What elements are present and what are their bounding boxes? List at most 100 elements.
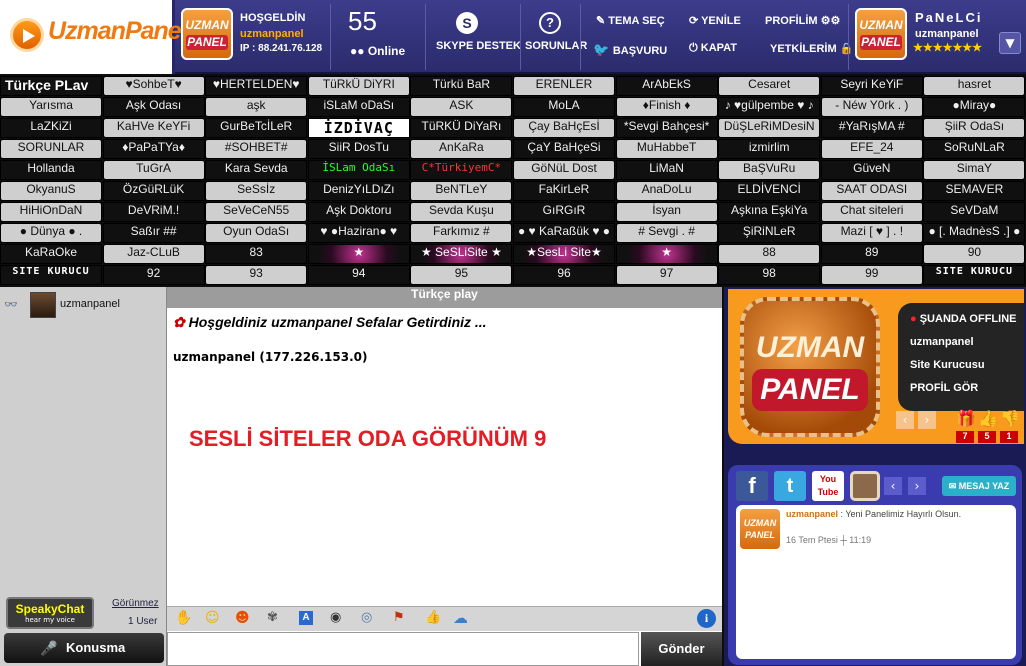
profile-menu-item-user[interactable]: uzmanpanel (910, 331, 1024, 354)
room-button[interactable]: ♦PaPaTYa♦ (102, 139, 205, 159)
room-button[interactable]: ♪ ♥gülpembe ♥ ♪ (718, 97, 821, 117)
room-button[interactable]: KaRaOke (0, 244, 102, 264)
room-button[interactable]: ●Miray● (923, 97, 1026, 117)
eye-icon[interactable]: ◎ (361, 610, 372, 625)
like-icon[interactable]: 👍 (978, 409, 998, 428)
room-button[interactable]: LaZKiZi (0, 118, 102, 138)
room-button[interactable]: ♥SohbeT♥ (102, 76, 205, 96)
room-button[interactable]: SORUNLAR (0, 139, 102, 159)
chevron-down-icon[interactable]: ▼ (999, 32, 1021, 54)
room-button[interactable]: EFE_24 (820, 139, 923, 159)
room-button[interactable]: LiMaN (615, 160, 718, 180)
apply-button[interactable]: 🐦 BAŞVURU (593, 42, 667, 58)
talk-button[interactable]: 🎤 Konusma (4, 633, 164, 663)
room-button[interactable]: SoRuNLaR (923, 139, 1026, 159)
room-button[interactable]: SEMAVER (923, 181, 1026, 201)
room-button[interactable]: iSLaM oDaSı (307, 97, 410, 117)
room-button[interactable]: İSLam OdaSı (307, 160, 410, 180)
room-button[interactable]: 95 (410, 265, 513, 285)
info-icon[interactable]: i (697, 609, 716, 628)
permissions-button[interactable]: YETKİLERİM 🔒 (770, 42, 853, 55)
room-button[interactable]: #YaRışMA # (820, 118, 923, 138)
room-button[interactable]: SeVeCeN55 (205, 202, 308, 222)
room-button[interactable]: 97 (615, 265, 718, 285)
room-button[interactable]: ★ SeSLiSite ★ (410, 244, 513, 264)
room-button[interactable]: C*TürkiyemC* (410, 160, 513, 180)
room-button[interactable]: AnKaRa (410, 139, 513, 159)
social-prev-icon[interactable]: ‹ (884, 477, 902, 495)
room-button[interactable]: ● [. MadnèsS .] ● (923, 223, 1026, 243)
room-button[interactable]: 88 (718, 244, 821, 264)
room-button[interactable]: ÇaY BaHçeSi (513, 139, 615, 159)
room-button[interactable]: BeNTLeY (410, 181, 513, 201)
facebook-icon[interactable]: f (736, 471, 768, 501)
skype-support-button[interactable]: S SKYPE DESTEK (436, 6, 521, 52)
room-button[interactable]: Türkçe PLav (0, 76, 102, 96)
room-button[interactable]: KaHVe KeYFi (102, 118, 205, 138)
gift-icon[interactable]: 🎁 (956, 409, 976, 428)
cloud-icon[interactable]: ☁ (453, 609, 468, 627)
user-list-item[interactable]: 👓 uzmanpanel (4, 292, 164, 318)
visibility-link[interactable]: Görünmez (112, 598, 159, 609)
room-button[interactable]: OkyanuS (0, 181, 102, 201)
room-button[interactable]: HiHiOnDaN (0, 202, 102, 222)
room-button[interactable]: Türkü BaR (410, 76, 513, 96)
room-button[interactable]: 99 (820, 265, 923, 285)
room-button[interactable]: Çay BaHçEsİ (513, 118, 615, 138)
room-button[interactable]: TuGrA (102, 160, 205, 180)
room-button[interactable]: Oyun OdaSı (205, 223, 308, 243)
room-button[interactable]: ♥ ●Haziran● ♥ (307, 223, 410, 243)
room-button[interactable]: DenizYıLDıZı (307, 181, 410, 201)
room-button[interactable]: TüRkÜ DiYRI (307, 76, 410, 96)
room-button[interactable]: TüRKÜ DiYaRı (410, 118, 513, 138)
room-button[interactable]: MoLA (513, 97, 615, 117)
room-button[interactable]: SeVDaM (923, 202, 1026, 222)
room-button[interactable]: Hollanda (0, 160, 102, 180)
room-button[interactable]: SimaY (923, 160, 1026, 180)
room-button[interactable]: GöNüL Dost (513, 160, 615, 180)
room-button[interactable]: ♥HERTELDEN♥ (205, 76, 308, 96)
social-next-icon[interactable]: › (908, 477, 926, 495)
wink-icon[interactable]: ☻ (235, 610, 250, 626)
room-button[interactable]: SAAT ODASI (820, 181, 923, 201)
room-button[interactable]: Cesaret (718, 76, 821, 96)
palette-icon[interactable]: ✾ (267, 610, 278, 625)
room-button[interactable]: DeVRiM.! (102, 202, 205, 222)
dislike-icon[interactable]: 👎 (1000, 409, 1020, 428)
room-button[interactable]: BaŞVuRu (718, 160, 821, 180)
room-button[interactable]: Saßır ## (102, 223, 205, 243)
room-button[interactable]: 83 (205, 244, 308, 264)
room-button[interactable]: Aşk Odası (102, 97, 205, 117)
room-button[interactable]: 94 (307, 265, 410, 285)
room-button[interactable]: FaKirLeR (513, 181, 615, 201)
room-button[interactable]: ★ (615, 244, 718, 264)
room-button[interactable]: 92 (102, 265, 205, 285)
room-button[interactable]: ŞiiR OdaSı (923, 118, 1026, 138)
prev-arrow-icon[interactable]: ‹ (896, 411, 914, 429)
room-button[interactable]: Aşk Doktoru (307, 202, 410, 222)
send-button[interactable]: Gönder (641, 632, 722, 666)
room-button[interactable]: #SOHBET# (205, 139, 308, 159)
room-button[interactable]: İZDİVAÇ (307, 118, 410, 138)
message-input[interactable] (167, 632, 639, 666)
twitter-bird-icon[interactable]: t (774, 471, 806, 501)
room-button[interactable]: ERENLER (513, 76, 615, 96)
next-arrow-icon[interactable]: › (918, 411, 936, 429)
room-button[interactable]: Seyri KeYiF (820, 76, 923, 96)
room-button[interactable]: ★SesLi Site★ (513, 244, 615, 264)
room-button[interactable]: # Sevgi . # (615, 223, 718, 243)
room-button[interactable]: SiiR DosTu (307, 139, 410, 159)
room-button[interactable]: SİTE KURUCU (923, 265, 1026, 285)
profile-menu-item-role[interactable]: Site Kurucusu (910, 354, 1024, 377)
close-button[interactable]: ⏻ KAPAT (689, 42, 737, 55)
room-button[interactable]: - Néw Y0rk . ) (820, 97, 923, 117)
room-button[interactable]: Farkımız # (410, 223, 513, 243)
problems-button[interactable]: ? SORUNLAR (525, 6, 587, 52)
room-button[interactable]: ● Dünya ● . (0, 223, 102, 243)
room-button[interactable]: Yarısma (0, 97, 102, 117)
room-button[interactable]: GıRGıR (513, 202, 615, 222)
room-button[interactable]: Jaz-CLuB (102, 244, 205, 264)
site-logo[interactable]: UzmanPanel (0, 0, 188, 74)
thumb-icon[interactable]: 👍 (425, 610, 441, 625)
font-icon[interactable]: A (299, 611, 313, 625)
